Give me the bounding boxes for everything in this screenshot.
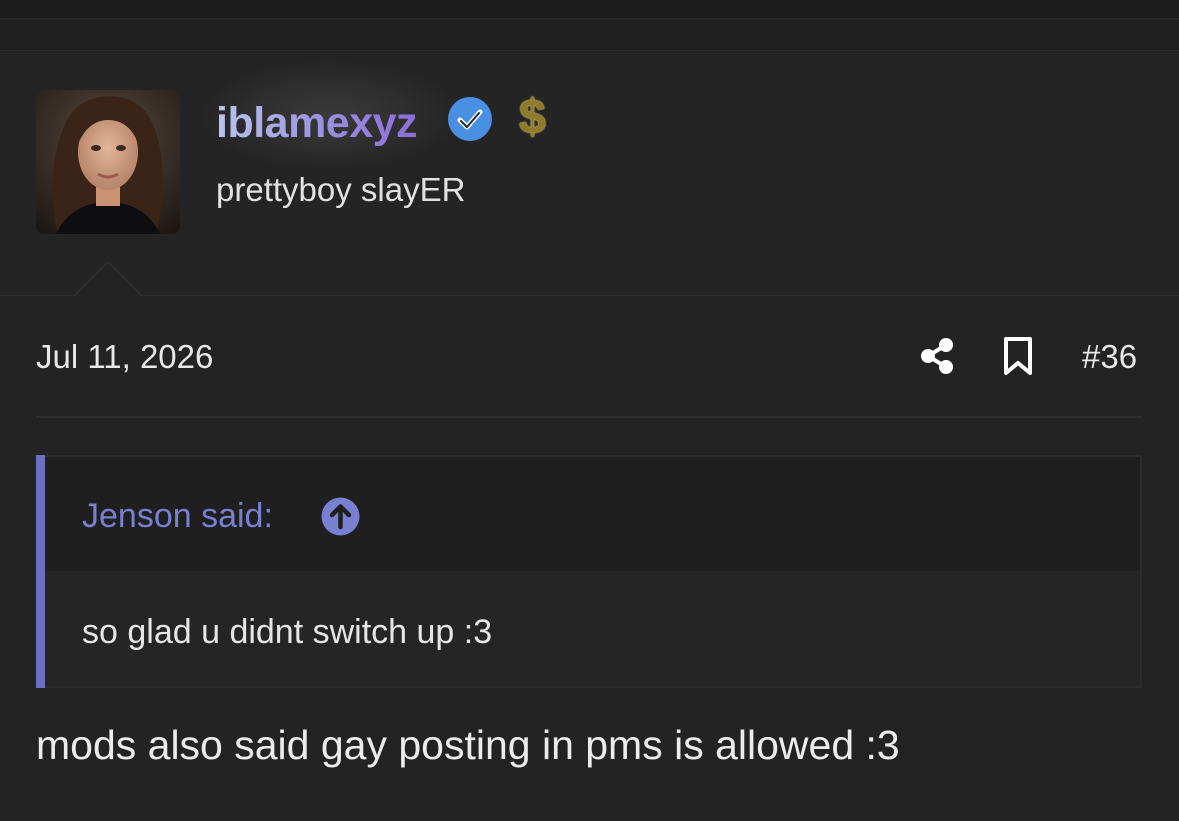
bookmark-icon[interactable]	[1001, 336, 1035, 376]
quote-text: so glad u didnt switch up :3	[82, 613, 493, 651]
post-body: mods also said gay posting in pms is all…	[36, 722, 900, 768]
post-number-link[interactable]: #36	[1082, 337, 1137, 377]
avatar-image	[36, 90, 180, 234]
verified-check-icon	[447, 96, 493, 142]
share-icon[interactable]	[918, 336, 956, 376]
top-strip	[0, 0, 1179, 20]
quote-accent-bar	[36, 455, 45, 688]
header-pointer	[73, 260, 143, 297]
avatar[interactable]	[36, 90, 180, 234]
dollar-sign-icon: $	[519, 91, 546, 144]
top-bar	[0, 20, 1179, 51]
username-link[interactable]: iblamexyz	[216, 98, 418, 148]
divider	[36, 416, 1142, 418]
post-date[interactable]: Jul 11, 2026	[36, 337, 213, 377]
quote-author-link[interactable]: Jenson said:	[82, 495, 273, 537]
user-title: prettyboy slayER	[216, 171, 466, 208]
arrow-up-circle-icon[interactable]	[321, 497, 360, 536]
post-page: iblamexyz $ prettyboy slayER Jul 11, 202…	[0, 0, 1179, 821]
